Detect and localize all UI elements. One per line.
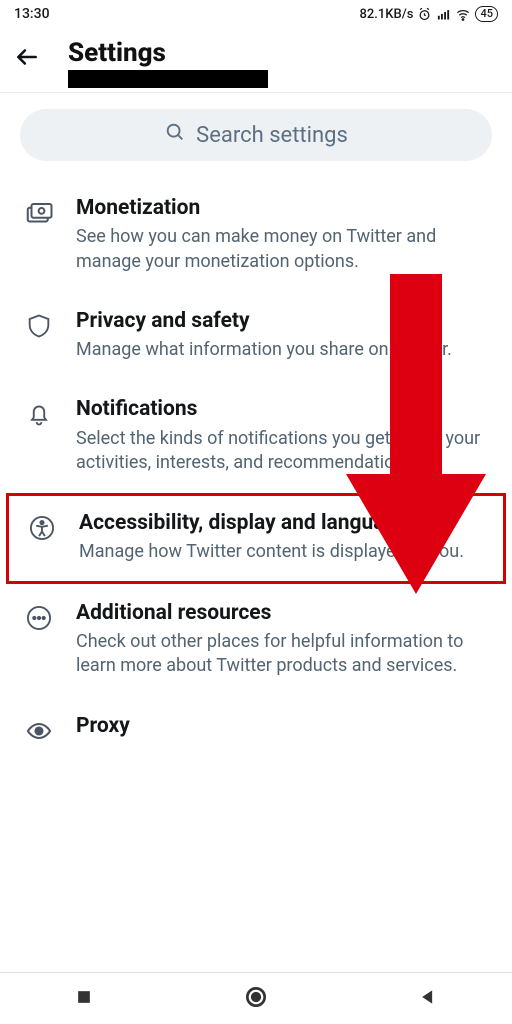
- alarm-icon: [417, 7, 432, 22]
- recent-apps-button[interactable]: [74, 987, 94, 1011]
- wifi-icon: [455, 7, 471, 22]
- search-input[interactable]: Search settings: [20, 109, 492, 161]
- home-button[interactable]: [243, 984, 269, 1014]
- settings-item-additional[interactable]: Additional resources Check out other pla…: [0, 584, 512, 697]
- settings-item-accessibility[interactable]: Accessibility, display and languages Man…: [9, 496, 503, 581]
- monetization-icon: [22, 199, 56, 229]
- accessibility-icon: [25, 514, 59, 542]
- item-title: Privacy and safety: [76, 308, 490, 334]
- search-placeholder: Search settings: [196, 123, 348, 148]
- status-bar: 13:30 82.1KB/s 45: [0, 0, 512, 28]
- item-title: Accessibility, display and languages: [79, 510, 487, 536]
- item-desc: Check out other places for helpful infor…: [76, 630, 490, 679]
- eye-icon: [22, 717, 56, 745]
- page-title: Settings: [68, 38, 268, 68]
- item-title: Notifications: [76, 396, 490, 422]
- item-desc: Manage how Twitter content is displayed …: [79, 540, 487, 564]
- battery-indicator: 45: [475, 6, 498, 22]
- item-desc: Select the kinds of notifications you ge…: [76, 427, 490, 476]
- header: Settings: [0, 28, 512, 93]
- android-nav-bar: [0, 972, 512, 1024]
- status-right: 82.1KB/s 45: [360, 6, 498, 22]
- more-icon: [22, 604, 56, 632]
- item-title: Additional resources: [76, 600, 490, 626]
- settings-item-monetization[interactable]: Monetization See how you can make money …: [0, 179, 512, 292]
- back-nav-button[interactable]: [418, 987, 438, 1011]
- status-time: 13:30: [14, 6, 50, 22]
- back-button[interactable]: [14, 44, 40, 74]
- annotation-highlight: Accessibility, display and languages Man…: [6, 493, 506, 584]
- item-title: Proxy: [76, 713, 490, 739]
- item-desc: See how you can make money on Twitter an…: [76, 225, 490, 274]
- signal-icon: [436, 7, 451, 22]
- settings-list: Monetization See how you can make money …: [0, 179, 512, 763]
- settings-item-proxy[interactable]: Proxy: [0, 697, 512, 763]
- search-icon: [164, 121, 186, 149]
- settings-item-notifications[interactable]: Notifications Select the kinds of notifi…: [0, 380, 512, 493]
- item-desc: Manage what information you share on Twi…: [76, 338, 490, 362]
- bell-icon: [22, 400, 56, 428]
- search-container: Search settings: [0, 93, 512, 179]
- settings-item-privacy[interactable]: Privacy and safety Manage what informati…: [0, 292, 512, 381]
- redacted-subtitle: [68, 70, 268, 88]
- shield-icon: [22, 312, 56, 340]
- item-title: Monetization: [76, 195, 490, 221]
- net-speed: 82.1KB/s: [360, 7, 414, 22]
